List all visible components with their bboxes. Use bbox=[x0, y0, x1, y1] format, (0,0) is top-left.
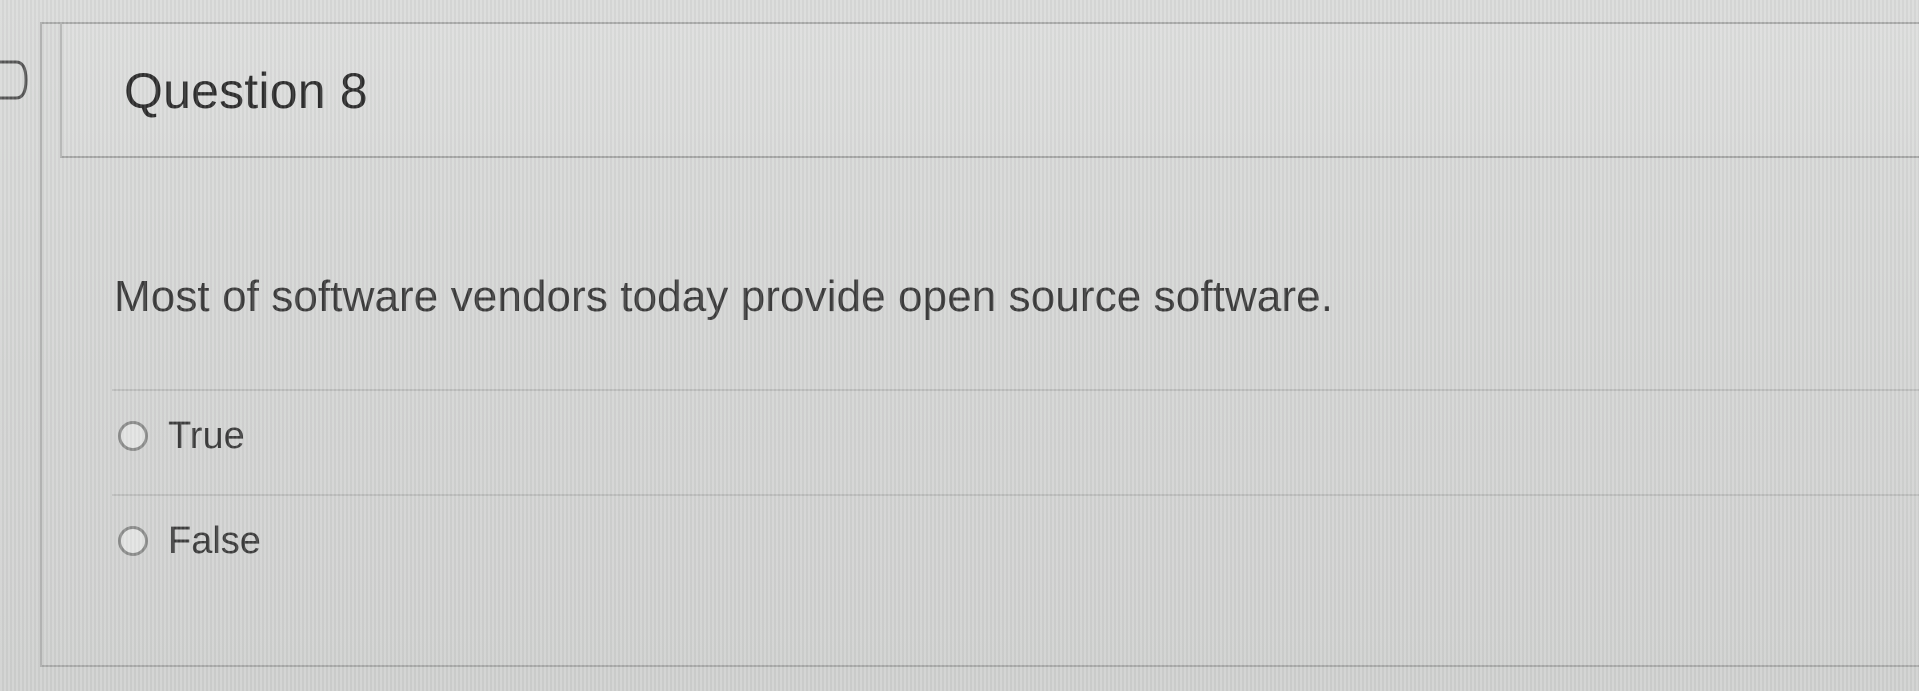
answer-divider bbox=[112, 389, 1919, 391]
collapse-toggle-button[interactable] bbox=[0, 58, 34, 102]
radio-button-false[interactable] bbox=[118, 526, 148, 556]
answer-option-false[interactable]: False bbox=[118, 511, 261, 571]
question-text: Most of software vendors today provide o… bbox=[114, 272, 1334, 321]
answer-label-true: True bbox=[168, 414, 245, 457]
answer-option-true[interactable]: True bbox=[118, 406, 245, 466]
question-title: Question 8 bbox=[124, 63, 368, 119]
radio-button-true[interactable] bbox=[118, 421, 148, 451]
answer-divider bbox=[112, 494, 1919, 496]
answer-label-false: False bbox=[168, 519, 261, 562]
question-card: Question 8 Most of software vendors toda… bbox=[40, 22, 1919, 667]
chevron-right-icon bbox=[0, 60, 28, 100]
question-header: Question 8 bbox=[60, 24, 1919, 158]
